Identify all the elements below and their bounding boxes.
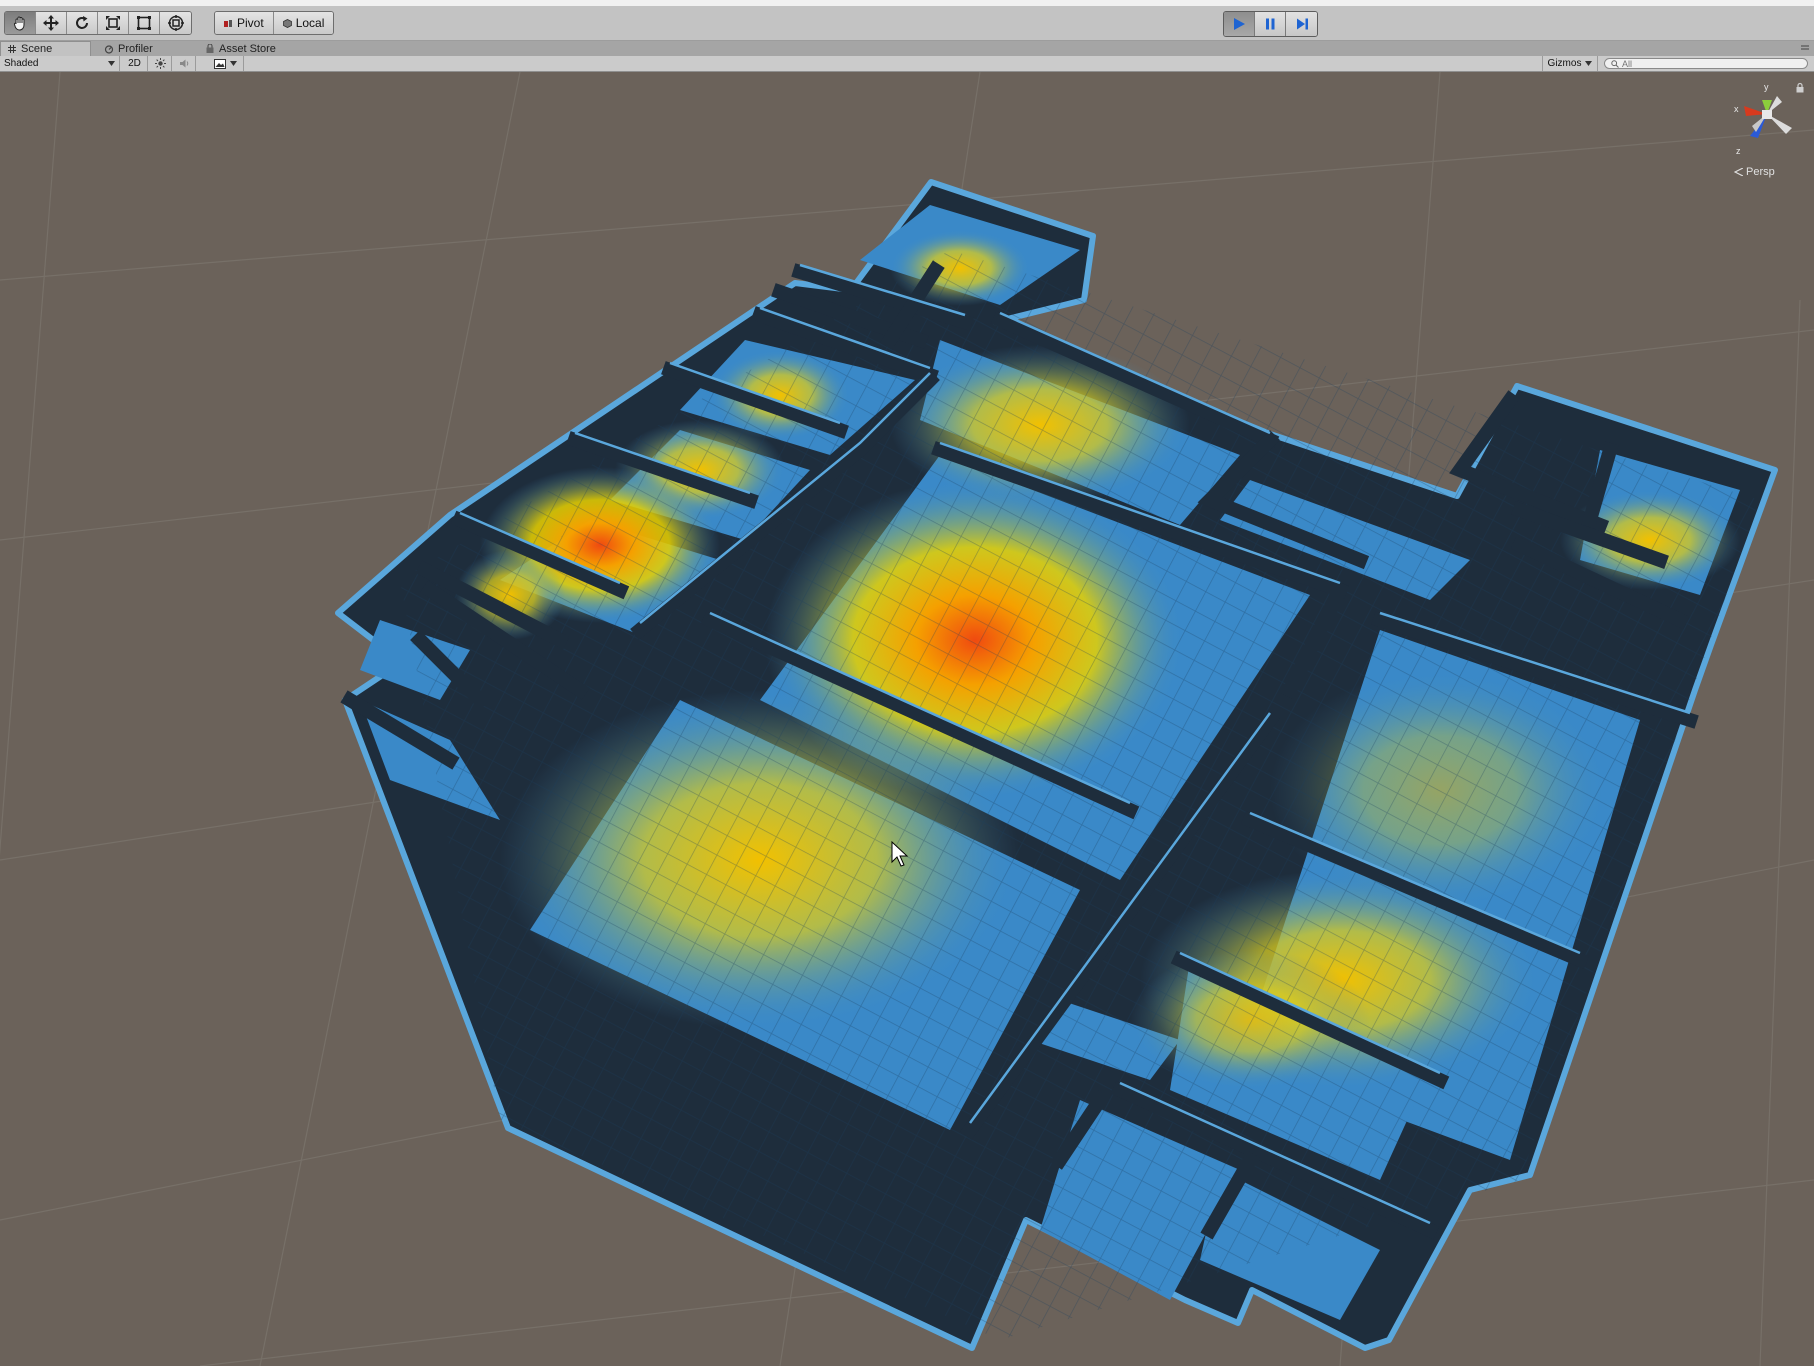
local-label: Local [295,16,325,30]
hierarchy-search-field[interactable] [1604,58,1808,69]
lock-icon[interactable] [1795,82,1805,93]
rotate-icon [76,16,88,29]
draw-mode-label: Shaded [4,58,39,69]
pivot-label: Pivot [237,16,264,30]
playmode-controls [1223,11,1318,37]
search-input[interactable] [1619,58,1792,69]
scale-icon [106,16,120,30]
projection-toggle[interactable]: Persp [1734,166,1775,178]
local-icon [282,18,292,28]
chevron-down-icon [108,61,115,66]
transform-icon [167,15,184,31]
chevron-down-icon [1585,61,1593,66]
pivot-toggle-group: Pivot Local [214,11,335,35]
rect-tool-button[interactable] [129,12,160,34]
axis-z-label: z [1736,146,1741,156]
mode-2d-label: 2D [128,58,141,69]
search-icon [1611,59,1619,68]
scene-view-toolbar: Shaded 2D Gizmos [0,56,1814,72]
tab-profiler[interactable]: Profiler [98,41,178,56]
tab-asset-store[interactable]: Asset Store [199,41,299,56]
mode-2d-toggle[interactable]: 2D [122,56,148,71]
pivot-button[interactable]: Pivot [215,12,274,34]
transform-tools [4,11,192,35]
play-button[interactable] [1224,12,1255,36]
floorplan-heatmap-render [0,72,1814,1366]
hand-tool-button[interactable] [5,12,36,34]
speaker-icon [180,59,189,68]
rect-icon [137,16,151,30]
rotate-tool-button[interactable] [67,12,98,34]
play-icon [1234,18,1245,30]
transform-tool-button[interactable] [160,12,191,34]
shopping-bag-icon [206,43,214,53]
draw-mode-dropdown[interactable]: Shaded [0,56,120,71]
pause-icon [1266,18,1275,30]
axis-x-label: x [1734,104,1739,114]
profiler-icon [104,44,114,54]
gizmos-label: Gizmos [1547,58,1582,69]
pivot-icon [224,19,232,27]
grid-icon [8,45,16,53]
tab-scene-label: Scene [21,43,53,55]
sun-icon [155,58,166,69]
scale-tool-button[interactable] [98,12,129,34]
scene-lighting-toggle[interactable] [150,56,172,71]
step-icon [1296,18,1308,30]
window-tab-bar: Scene Profiler Asset Store [0,41,1814,56]
scene-viewport[interactable] [0,72,1814,1366]
axis-y-label: y [1764,82,1769,92]
image-effects-icon [214,58,226,69]
move-arrows-icon [43,15,59,31]
projection-label: Persp [1746,166,1775,178]
scene-audio-toggle[interactable] [174,56,196,71]
perspective-icon [1734,168,1743,176]
tab-profiler-label: Profiler [118,42,153,55]
step-button[interactable] [1286,12,1317,36]
scene-effects-dropdown[interactable] [208,56,244,71]
gizmos-dropdown[interactable]: Gizmos [1542,56,1598,71]
unity-editor: Pivot Local Scene Profiler Asset Store S… [0,0,1814,1366]
tab-menu-icon[interactable] [1800,44,1810,52]
chevron-down-icon [230,61,237,66]
local-button[interactable]: Local [273,12,334,34]
move-tool-button[interactable] [36,12,67,34]
main-toolbar: Pivot Local [0,6,1814,41]
hand-icon [13,16,25,31]
tab-asset-store-label: Asset Store [219,42,276,55]
tab-scene[interactable]: Scene [0,41,91,56]
pause-button[interactable] [1255,12,1286,36]
